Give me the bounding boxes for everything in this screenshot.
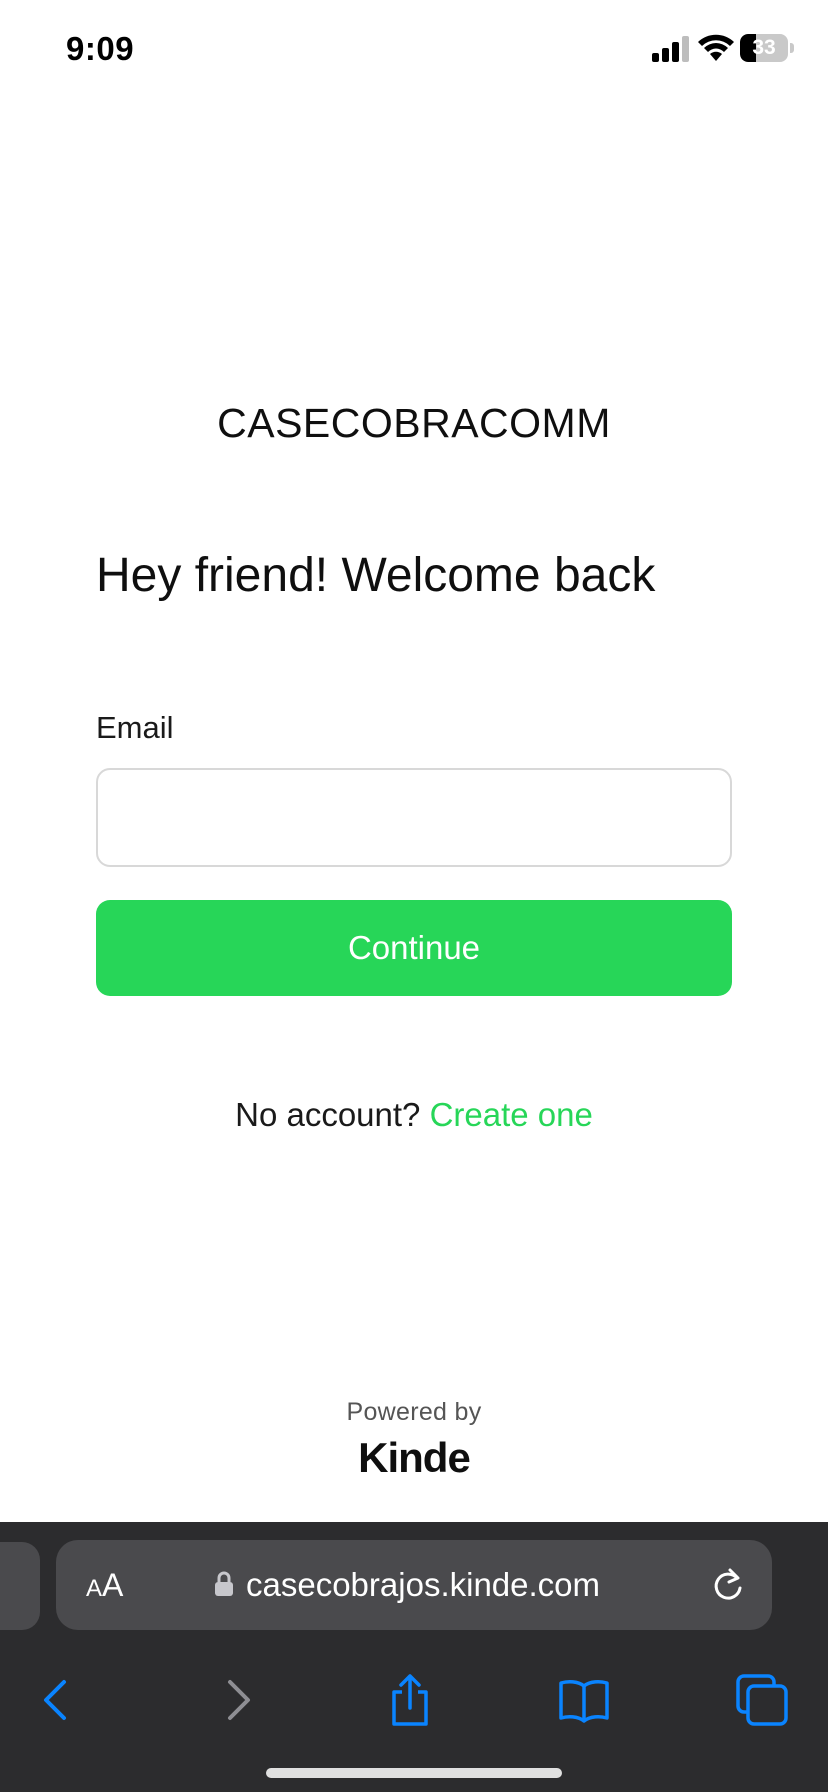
brand-name: CASECOBRACOMM [217,400,611,446]
signup-prompt: No account? [235,1096,421,1133]
text-size-small: A [86,1575,103,1602]
reload-icon[interactable] [710,1566,746,1604]
browser-toolbar: AA casecobrajos.kinde.com [0,1522,828,1792]
tabs-icon[interactable] [734,1672,790,1728]
status-time: 9:09 [66,30,135,67]
battery-level: 33 [752,36,776,59]
url-text: casecobrajos.kinde.com [246,1566,601,1603]
back-icon[interactable] [30,1672,86,1728]
signal-icon [652,36,689,62]
status-bar: 9:09 33 [0,0,828,100]
address-bar[interactable]: AA casecobrajos.kinde.com [56,1540,772,1630]
lock-icon [215,1571,233,1596]
signup-row: No account? Create one [0,1096,828,1134]
text-size-button[interactable]: AA [86,1540,123,1630]
continue-button[interactable]: Continue [96,900,732,996]
bookmarks-icon[interactable] [556,1672,612,1728]
kinde-logo[interactable]: Kinde [0,1434,828,1482]
battery-body: 33 [740,34,788,62]
text-size-large: A [102,1567,124,1603]
forward-icon[interactable] [208,1672,264,1728]
email-field[interactable] [96,768,732,867]
previous-tab-preview[interactable] [0,1542,40,1630]
home-indicator[interactable] [266,1768,562,1778]
create-account-link[interactable]: Create one [430,1096,593,1133]
battery-icon: 33 [740,34,794,62]
page-title: Hey friend! Welcome back [96,549,656,602]
email-label: Email [96,710,174,745]
wifi-icon [698,34,734,61]
powered-by-label: Powered by [346,1398,482,1426]
share-icon[interactable] [382,1672,438,1728]
battery-cap [790,43,794,53]
